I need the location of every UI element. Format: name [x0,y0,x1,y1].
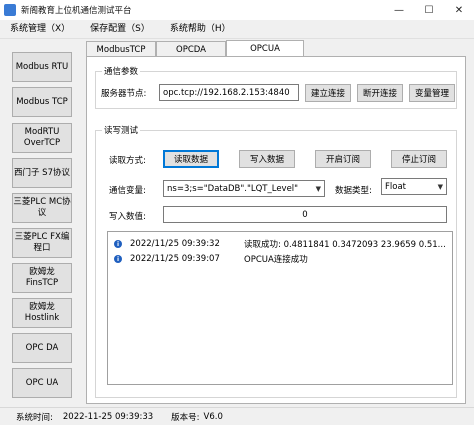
data-type-label: 数据类型: [335,186,372,196]
connect-button[interactable]: 建立连接 [305,84,351,102]
log-item: i 2022/11/25 09:39:32 读取成功: 0.4811841 0.… [108,237,452,251]
version-label: 版本号: [171,412,200,423]
log-time: 2022/11/25 09:39:32 [130,239,220,249]
server-node-input[interactable]: opc.tcp://192.168.2.153:4840 [159,84,299,101]
log-time: 2022/11/25 09:39:07 [130,254,220,264]
write-data-button[interactable]: 写入数据 [239,150,295,168]
chevron-down-icon: ▼ [315,184,321,193]
sidebar-item-mitsubishi-fx[interactable]: 三菱PLC FX编程口 [12,228,72,258]
tab-modbustcp[interactable]: ModbusTCP [86,41,156,57]
menu-system-manage[interactable]: 系统管理（X） [0,20,80,39]
variable-select-value: ns=3;s="DataDB"."LQT_Level" [167,183,299,194]
info-icon: i [114,255,122,263]
sidebar-item-opc-da[interactable]: OPC DA [12,333,72,363]
window-controls: — ☐ ✕ [384,0,474,20]
app-icon [4,4,16,16]
opcua-panel: 通信参数 服务器节点: opc.tcp://192.168.2.153:4840… [86,56,466,404]
sidebar-item-modrtu-overtcp[interactable]: ModRTU OverTCP [12,123,72,153]
chevron-down-icon: ▼ [437,182,443,191]
read-data-button[interactable]: 读取数据 [163,150,219,168]
title-bar: 新阁教育上位机通信测试平台 — ☐ ✕ [0,0,474,20]
variable-select[interactable]: ns=3;s="DataDB"."LQT_Level" ▼ [163,180,325,197]
sidebar-item-siemens-s7[interactable]: 西门子 S7协议 [12,158,72,188]
window-title: 新阁教育上位机通信测试平台 [21,6,132,16]
write-value-label: 写入数值: [109,212,146,222]
comm-params-title: 通信参数 [104,67,139,77]
read-write-title: 读写测试 [104,126,139,136]
write-value-input[interactable]: 0 [163,206,447,223]
sidebar-item-omron-finstcp[interactable]: 欧姆龙 FinsTCP [12,263,72,293]
system-time-label: 系统时间: [16,412,53,423]
minimize-icon[interactable]: — [384,0,414,20]
disconnect-button[interactable]: 断开连接 [357,84,403,102]
log-item: i 2022/11/25 09:39:07 OPCUA连接成功 [108,252,452,266]
variable-label: 通信变量: [109,186,146,196]
sidebar-item-mitsubishi-mc[interactable]: 三菱PLC MC协议 [12,193,72,223]
protocol-tabs: ModbusTCP OPCDA OPCUA [86,40,304,57]
maximize-icon[interactable]: ☐ [414,0,444,20]
tab-opcua[interactable]: OPCUA [226,40,304,57]
close-icon[interactable]: ✕ [444,0,474,20]
log-message: OPCUA连接成功 [244,255,308,265]
server-node-label: 服务器节点: [101,89,147,99]
status-bar: 系统时间: 2022-11-25 09:39:33 版本号: V6.0 [0,407,474,425]
sidebar-item-omron-hostlink[interactable]: 欧姆龙 Hostlink [12,298,72,328]
menu-save-config[interactable]: 保存配置（S） [80,20,160,39]
stop-subscription-button[interactable]: 停止订阅 [391,150,447,168]
sidebar-item-modbus-tcp[interactable]: Modbus TCP [12,87,72,117]
menu-bar: 系统管理（X） 保存配置（S） 系统帮助（H） [0,20,474,39]
tab-opcda[interactable]: OPCDA [156,41,226,57]
version-value: V6.0 [203,411,223,422]
system-time-value: 2022-11-25 09:39:33 [62,411,154,422]
sidebar-item-opc-ua[interactable]: OPC UA [12,368,72,398]
data-type-select[interactable]: Float ▼ [381,178,447,195]
log-message: 读取成功: 0.4811841 0.3472093 23.9659 0.51..… [244,240,446,250]
menu-system-help[interactable]: 系统帮助（H） [160,20,241,39]
variable-manage-button[interactable]: 变量管理 [409,84,455,102]
read-mode-label: 读取方式: [109,156,146,166]
start-subscription-button[interactable]: 开启订阅 [315,150,371,168]
log-list[interactable]: i 2022/11/25 09:39:32 读取成功: 0.4811841 0.… [107,231,453,385]
sidebar-item-modbus-rtu[interactable]: Modbus RTU [12,52,72,82]
info-icon: i [114,240,122,248]
data-type-select-value: Float [385,181,406,192]
